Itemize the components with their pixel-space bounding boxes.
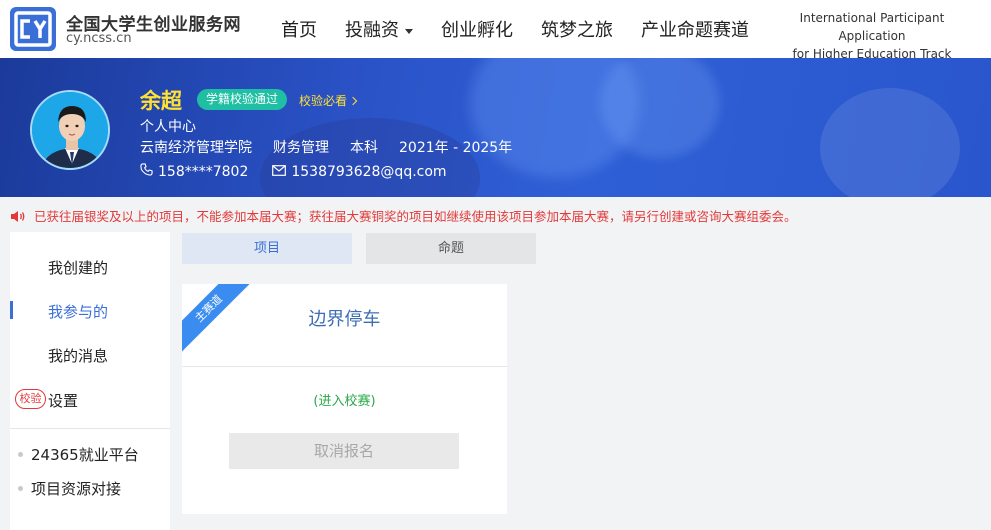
nav-industry-track[interactable]: 产业命题赛道 [641, 16, 749, 42]
user-name: 余超 [140, 89, 182, 113]
notice-text: 已获往届银奖及以上的项目，不能参加本届大赛；获往届大赛铜奖的项目如继续使用该项目… [34, 209, 797, 224]
sidebar-item-label: 我参与的 [48, 303, 109, 321]
sidebar-link-24365[interactable]: 24365就业平台 [18, 444, 139, 465]
project-title[interactable]: 边界停车 [182, 305, 507, 331]
nav-investment[interactable]: 投融资 [345, 16, 413, 42]
education-info: 云南经济管理学院 财务管理 本科 2021年 - 2025年 [140, 137, 533, 157]
phone-number: 158****7802 [158, 163, 249, 180]
tab-project[interactable]: 项目 [182, 233, 352, 264]
mail-icon [272, 164, 287, 180]
top-navbar: 全国大学生创业服务网 cy.ncss.cn 首页 投融资 创业孵化 筑梦之旅 产… [0, 0, 991, 61]
study-years: 2021年 - 2025年 [399, 140, 513, 156]
sidebar-item-label: 我的消息 [48, 347, 109, 365]
sidebar-divider [10, 428, 170, 429]
cancel-registration-button[interactable]: 取消报名 [229, 433, 459, 469]
nav-dream-journey[interactable]: 筑梦之旅 [541, 16, 613, 42]
notice-bar: 已获往届银奖及以上的项目，不能参加本届大赛；获往届大赛铜奖的项目如继续使用该项目… [0, 197, 991, 231]
contact-info: 158****7802 1538793628@qq.com [140, 163, 447, 180]
sidebar-link-resources[interactable]: 项目资源对接 [18, 478, 121, 499]
card-divider [182, 366, 507, 367]
banner-decoration [600, 58, 720, 158]
degree: 本科 [350, 140, 378, 156]
verify-guide-link[interactable]: 校验必看 [299, 92, 358, 109]
banner-decoration [820, 88, 960, 197]
major: 财务管理 [273, 140, 329, 156]
school-name: 云南经济管理学院 [140, 140, 252, 156]
active-indicator [10, 301, 13, 319]
site-url: cy.ncss.cn [66, 31, 132, 46]
speaker-icon [10, 208, 26, 227]
bullet-icon [18, 452, 23, 457]
verify-stamp: 校验 [15, 389, 46, 409]
avatar[interactable] [30, 90, 110, 170]
chevron-down-icon [405, 28, 413, 34]
project-card: 主赛道 边界停车 (进入校赛) 取消报名 [182, 284, 507, 514]
sidebar-item-label: 我创建的 [48, 259, 109, 277]
banner-decoration [260, 118, 480, 197]
chevron-right-icon [348, 96, 358, 105]
nav-intl-line1: International Participant Application [799, 11, 945, 43]
sidebar: 我创建的 我参与的 我的消息 校验 设置 24365就业平台 项目资源对接 [10, 232, 170, 530]
personal-center-title: 个人中心 [140, 119, 196, 135]
sidebar-link-label: 24365就业平台 [31, 446, 139, 464]
verify-guide-label: 校验必看 [299, 94, 348, 108]
tab-topic[interactable]: 命题 [366, 233, 536, 264]
status-badge: 学籍校验通过 [197, 89, 288, 110]
nav-home[interactable]: 首页 [281, 16, 317, 42]
nav-international-application[interactable]: International Participant Application fo… [770, 9, 974, 63]
sidebar-item-label: 设置 [48, 392, 79, 410]
nav-incubation[interactable]: 创业孵化 [441, 16, 513, 42]
site-logo-icon[interactable] [10, 7, 56, 51]
sidebar-link-label: 项目资源对接 [31, 480, 122, 498]
profile-banner: 余超 学籍校验通过 校验必看 个人中心 云南经济管理学院 财务管理 本科 2021年 … [0, 58, 991, 197]
project-status: (进入校赛) [313, 394, 376, 409]
email-address: 1538793628@qq.com [291, 163, 447, 180]
nav-investment-label: 投融资 [345, 20, 399, 41]
bullet-icon [18, 486, 23, 491]
phone-icon [140, 163, 153, 180]
